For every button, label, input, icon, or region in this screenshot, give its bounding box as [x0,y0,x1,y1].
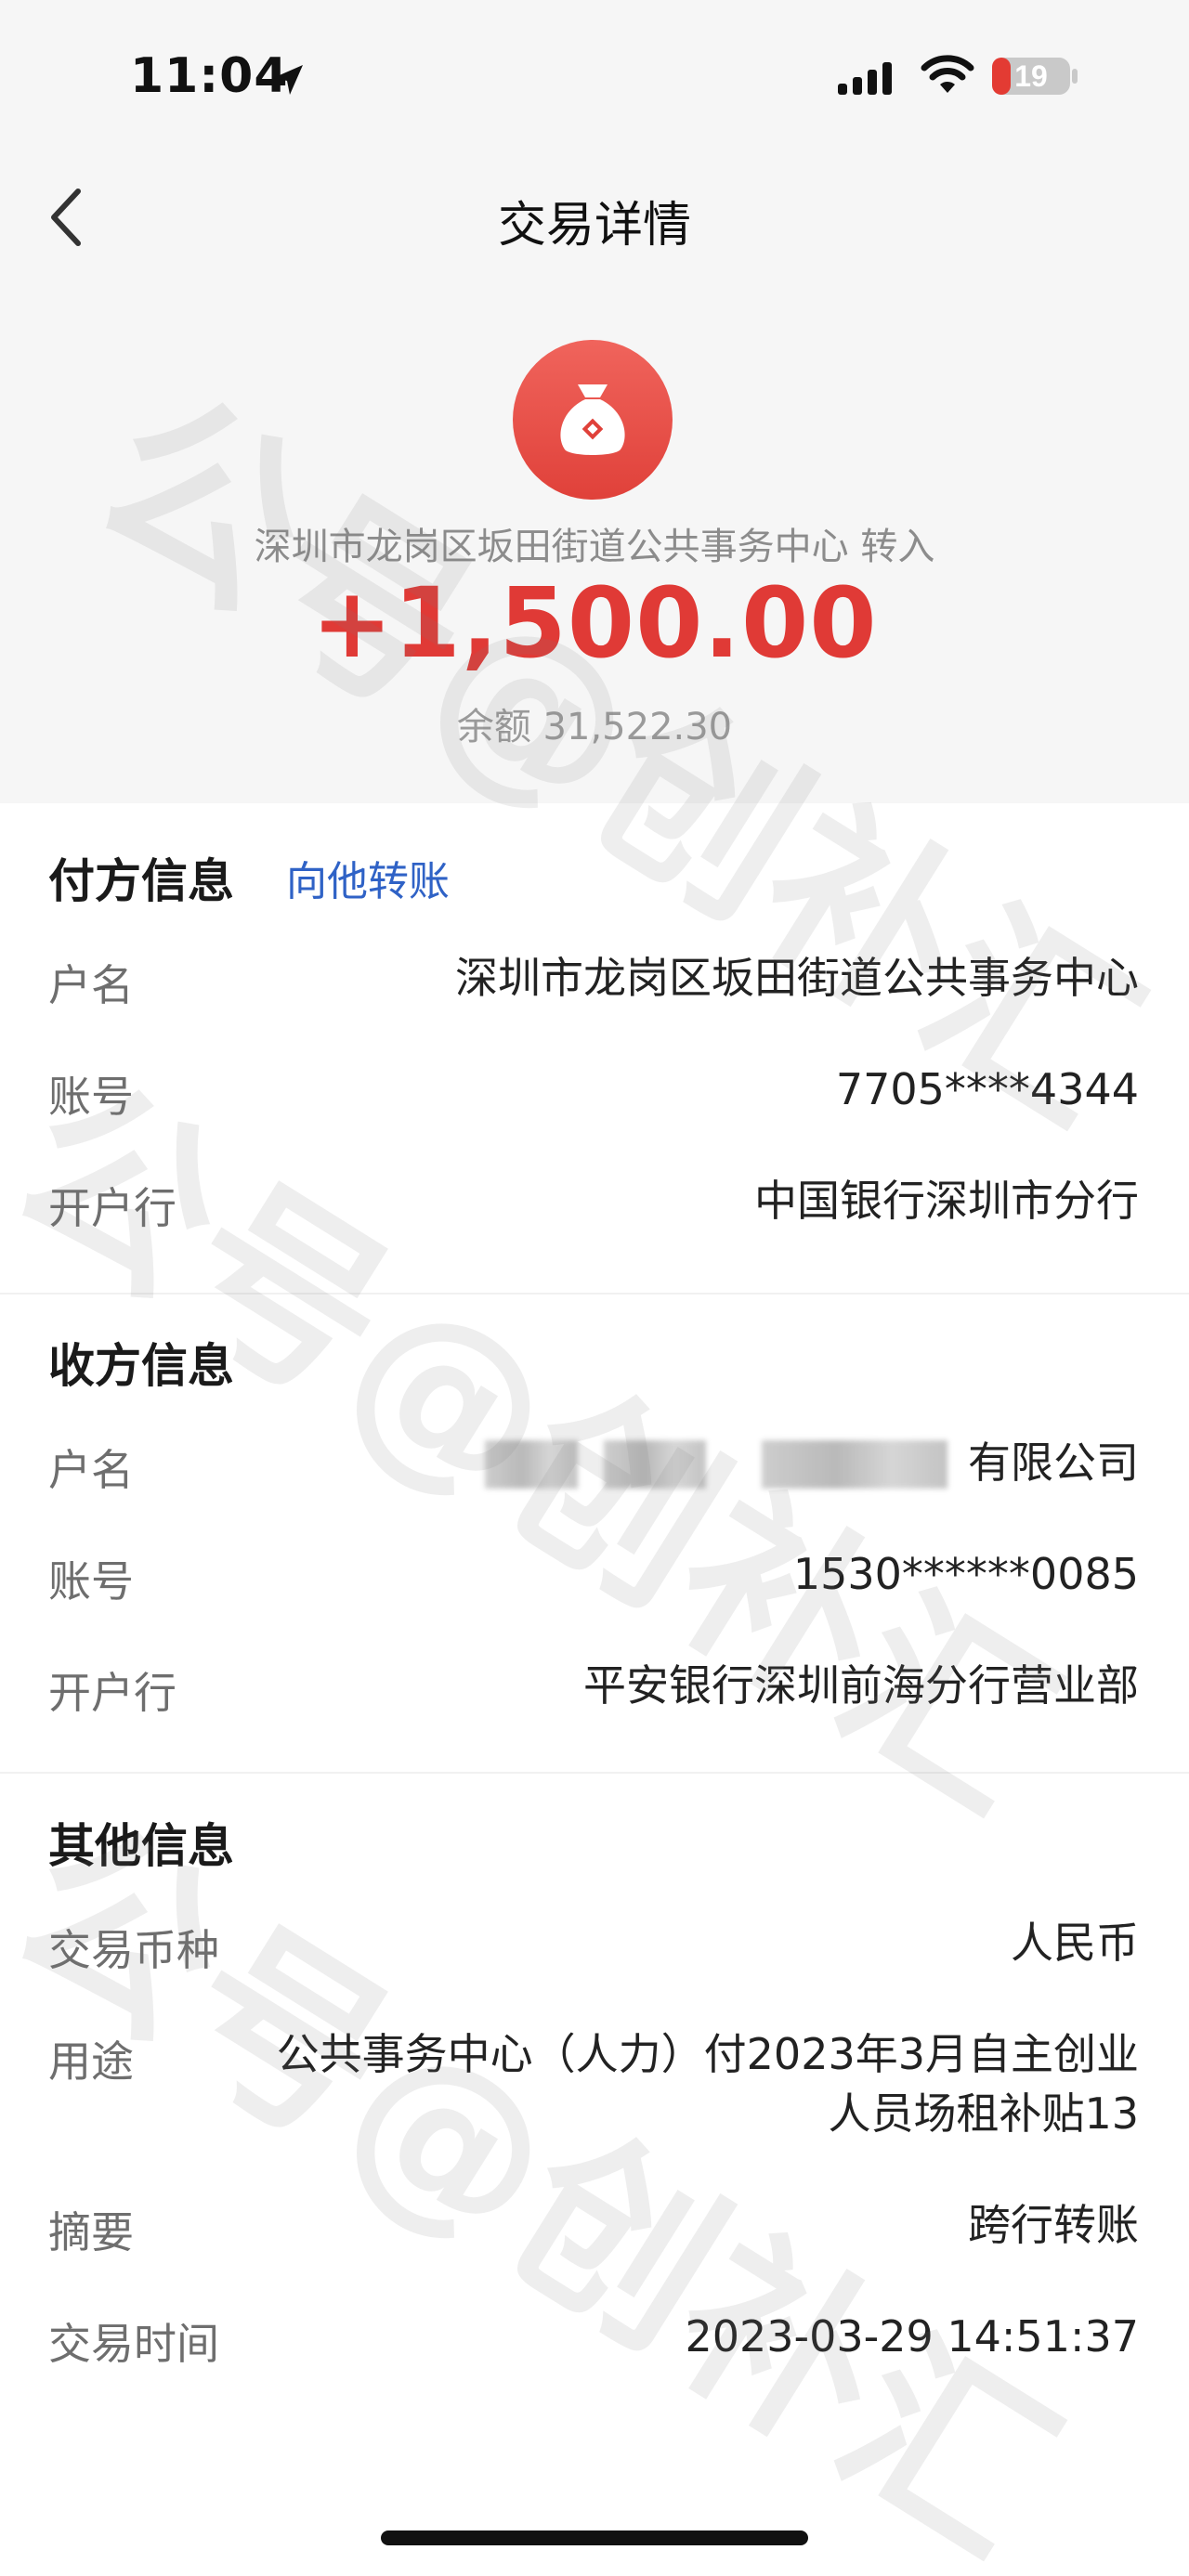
status-time: 11:04 [130,48,289,104]
purpose-value-line2: 人员场租补贴13 [828,2088,1139,2139]
payer-bank-label: 开户行 [48,1183,176,1233]
transaction-time-label: 交易时间 [48,2319,219,2369]
redaction-block [762,1440,947,1489]
payee-info-section: 收方信息 户名 有限公司 账号 1530******0085 开户行 平安银行深… [0,1295,1189,1774]
redacted-payee-name [483,1435,947,1490]
payer-account-value: 7705****4344 [835,1064,1139,1114]
redaction-block [604,1440,706,1489]
payee-bank-label: 开户行 [48,1668,176,1718]
purpose-value-line1: 公共事务中心（人力）付2023年3月自主创业 [276,2029,1139,2079]
wifi-icon [921,55,974,93]
payer-info-section: 付方信息 向他转账 户名 深圳市龙岗区坂田街道公共事务中心 账号 7705***… [0,803,1189,1295]
payee-account-label: 账号 [48,1556,134,1607]
payer-bank-value: 中国银行深圳市分行 [754,1176,1139,1226]
payee-name-value: 有限公司 [968,1438,1139,1488]
currency-label: 交易币种 [48,1925,219,1975]
transaction-amount: +1,500.00 [311,566,878,680]
other-info-section: 其他信息 交易币种 人民币 用途 公共事务中心（人力）付2023年3月自主创业 … [0,1776,1189,2426]
money-bag-icon [513,340,673,500]
section-divider [0,1293,1189,1295]
status-bar: 11:04 19 [0,0,1189,158]
payer-name-value: 深圳市龙岗区坂田街道公共事务中心 [455,953,1139,1003]
payee-section-header: 收方信息 [48,1339,234,1393]
transaction-detail-page: 11:04 19 交易详情 深圳市龙岗区坂田街道公共事务中心 转入 +1,500… [0,0,1189,2576]
payee-account-value: 1530******0085 [792,1549,1139,1599]
account-balance: 余额 31,522.30 [456,706,733,748]
home-indicator[interactable] [381,2530,808,2545]
currency-value: 人民币 [1011,1918,1139,1968]
navigation-bar: 交易详情 [0,158,1189,279]
purpose-label: 用途 [48,2036,134,2087]
transfer-to-him-link[interactable]: 向他转账 [286,848,450,907]
transaction-time-value: 2023-03-29 14:51:37 [685,2311,1139,2361]
payee-bank-value: 平安银行深圳前海分行营业部 [583,1660,1139,1711]
memo-value: 跨行转账 [968,2200,1139,2250]
other-section-header: 其他信息 [48,1819,234,1873]
payee-name-label: 户名 [48,1445,134,1495]
battery-level-text: 19 [1014,59,1048,93]
section-divider [0,1772,1189,1774]
page-title: 交易详情 [497,198,691,254]
payer-name-label: 户名 [48,960,134,1010]
location-arrow-icon [273,65,303,95]
memo-label: 摘要 [48,2207,134,2257]
cellular-signal-icon [838,62,892,95]
redaction-block [485,1440,578,1489]
counterparty-line: 深圳市龙岗区坂田街道公共事务中心 转入 [254,526,935,568]
transaction-summary: 深圳市龙岗区坂田街道公共事务中心 转入 +1,500.00 余额 31,522.… [0,279,1189,803]
payer-section-header: 付方信息 [48,854,234,908]
payer-account-label: 账号 [48,1072,134,1122]
